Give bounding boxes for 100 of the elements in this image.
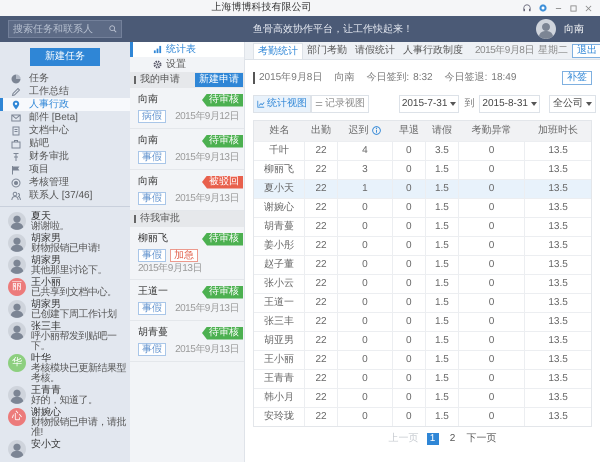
make-up-button[interactable]: 补签 bbox=[562, 71, 592, 85]
column-header: 请假 bbox=[432, 126, 452, 136]
column-header: 考勤异常 bbox=[472, 126, 512, 136]
search-icon[interactable] bbox=[109, 24, 117, 34]
caret-icon bbox=[586, 102, 592, 106]
applicant-name: 向南 bbox=[138, 136, 158, 146]
sidebar-item[interactable]: 人事行政 bbox=[0, 98, 130, 111]
table-cell: 13.5 bbox=[524, 293, 591, 312]
sidebar-item[interactable]: 联系人 [37/46] bbox=[0, 189, 130, 202]
table-row[interactable]: 柳丽飞 22 3 0 1.5 0 13.5 bbox=[254, 160, 591, 179]
table-cell: 1.5 bbox=[425, 312, 458, 331]
table-row[interactable]: 张三丰 22 0 0 1.5 0 13.5 bbox=[254, 312, 591, 331]
table-row[interactable]: 胡亚男 22 0 0 1.5 0 13.5 bbox=[254, 331, 591, 350]
date-select[interactable]: 2015-8-31 bbox=[479, 95, 540, 113]
table-cell: 韩小月 bbox=[254, 388, 304, 407]
table-row[interactable]: 谢婉心 22 0 0 1.5 0 13.5 bbox=[254, 198, 591, 217]
table-row[interactable]: 韩小月 22 0 0 1.5 0 13.5 bbox=[254, 388, 591, 407]
page-number[interactable]: 2 bbox=[446, 433, 458, 445]
table-row[interactable]: 王小丽 22 0 0 1.5 0 13.5 bbox=[254, 350, 591, 369]
leave-tag: 加急 bbox=[170, 249, 198, 262]
sidebar-item[interactable]: 邮件 [Beta] bbox=[0, 111, 130, 124]
checkout-label: 今日签退: bbox=[444, 73, 488, 83]
table-cell: 赵子董 bbox=[254, 255, 304, 274]
table-cell: 1.5 bbox=[425, 236, 458, 255]
table-row[interactable]: 姜小彤 22 0 0 1.5 0 13.5 bbox=[254, 236, 591, 255]
table-row[interactable]: 王青青 22 0 0 1.5 0 13.5 bbox=[254, 369, 591, 388]
table-cell: 胡青蔓 bbox=[254, 217, 304, 236]
table-cell: 王小丽 bbox=[254, 350, 304, 369]
table-cell: 0 bbox=[392, 179, 426, 198]
table-cell: 0 bbox=[392, 293, 426, 312]
module-tab[interactable]: 统计表 bbox=[130, 42, 244, 57]
leave-tag: 事假 bbox=[138, 192, 166, 205]
sidebar-item[interactable]: 考核管理 bbox=[0, 176, 130, 189]
table-row[interactable]: 安玲珑 22 0 0 1.5 0 13.5 bbox=[254, 407, 591, 426]
new-request-button[interactable]: 新建申请 bbox=[195, 73, 243, 87]
logout-button[interactable]: 退出 bbox=[572, 44, 600, 58]
contact-name: 夏天 bbox=[31, 212, 51, 222]
sidebar-item[interactable]: 工作总结 bbox=[0, 85, 130, 98]
table-cell: 13.5 bbox=[524, 350, 591, 369]
tab[interactable]: 部门考勤 bbox=[303, 43, 351, 59]
applicant-name: 向南 bbox=[138, 95, 158, 105]
table-cell: 0 bbox=[458, 312, 525, 331]
pencil-icon bbox=[11, 86, 21, 96]
avatar bbox=[8, 322, 26, 340]
sidebar-item[interactable]: 财务审批 bbox=[0, 150, 130, 163]
maximize-icon[interactable] bbox=[570, 4, 577, 12]
headset-icon[interactable] bbox=[523, 4, 531, 12]
tab[interactable]: 考勤统计 bbox=[253, 43, 303, 59]
sidebar-item[interactable]: 文档中心 bbox=[0, 124, 130, 137]
tab[interactable]: 请假统计 bbox=[351, 43, 399, 59]
table-cell: 1.5 bbox=[425, 198, 458, 217]
table-cell: 0 bbox=[458, 388, 525, 407]
tab[interactable]: 人事行政制度 bbox=[399, 43, 467, 59]
table-cell: 3 bbox=[338, 160, 392, 179]
table-cell: 千叶 bbox=[254, 141, 304, 160]
applicant-name: 王道一 bbox=[138, 287, 168, 297]
section-title: 待我审批 bbox=[140, 214, 180, 224]
message-preview: 财物报销已申请! bbox=[31, 244, 100, 254]
scope-select[interactable]: 全公司 bbox=[549, 95, 596, 113]
view-toggle[interactable]: 统计视图 bbox=[253, 95, 311, 113]
table-cell: 22 bbox=[304, 369, 338, 388]
table-row[interactable]: 张小云 22 0 0 1.5 0 13.5 bbox=[254, 274, 591, 293]
applicant-name: 柳丽飞 bbox=[138, 234, 168, 244]
table-cell: 13.5 bbox=[524, 217, 591, 236]
table-cell: 13.5 bbox=[524, 198, 591, 217]
table-cell: 13.5 bbox=[524, 331, 591, 350]
table-cell: 22 bbox=[304, 160, 338, 179]
document-icon bbox=[11, 126, 21, 136]
table-cell: 13.5 bbox=[524, 388, 591, 407]
user-name: 向南 bbox=[334, 73, 354, 83]
message-preview: 其他那里讨论下。 bbox=[31, 266, 107, 276]
page-number[interactable]: 1 bbox=[426, 433, 438, 445]
table-row[interactable]: 赵子董 22 0 0 1.5 0 13.5 bbox=[254, 255, 591, 274]
close-icon[interactable] bbox=[585, 4, 592, 12]
date-select[interactable]: 2015-7-31 bbox=[398, 95, 460, 113]
table-row[interactable]: 千叶 22 4 0 3.5 0 13.5 bbox=[254, 141, 591, 160]
view-toggle[interactable]: 记录视图 bbox=[311, 95, 369, 113]
avatar: 华 bbox=[8, 354, 26, 372]
list-icon bbox=[315, 100, 323, 108]
module-tab[interactable]: 设置 bbox=[130, 57, 244, 72]
new-task-button[interactable]: 新建任务 bbox=[30, 48, 100, 66]
sidebar-item[interactable]: 项目 bbox=[0, 163, 130, 176]
info-icon[interactable] bbox=[372, 126, 382, 136]
table-row[interactable]: 夏小天 22 1 0 1.5 0 13.5 bbox=[254, 179, 591, 198]
sidebar-item[interactable]: 贴吧 bbox=[0, 137, 130, 150]
date-text: 2015年9月12日 bbox=[175, 112, 239, 122]
gear-icon bbox=[153, 60, 162, 69]
range-separator: 到 bbox=[464, 99, 474, 109]
pie-chart-icon bbox=[11, 74, 21, 84]
status-badge: 待审核 bbox=[202, 326, 243, 340]
date-text: 2015年9月13日 bbox=[175, 304, 239, 314]
next-page-link[interactable]: 下一页 bbox=[466, 434, 496, 444]
table-row[interactable]: 胡青蔓 22 0 0 1.5 0 13.5 bbox=[254, 217, 591, 236]
table-row[interactable]: 王道一 22 0 0 1.5 0 13.5 bbox=[254, 293, 591, 312]
column-header: 早退 bbox=[398, 126, 419, 136]
search-field[interactable]: 搜索任务和联系人 bbox=[8, 20, 122, 38]
table-cell: 0 bbox=[338, 388, 392, 407]
sidebar-item[interactable]: 任务 bbox=[0, 72, 130, 85]
column-header: 出勤 bbox=[311, 126, 332, 136]
table-cell: 22 bbox=[304, 350, 338, 369]
